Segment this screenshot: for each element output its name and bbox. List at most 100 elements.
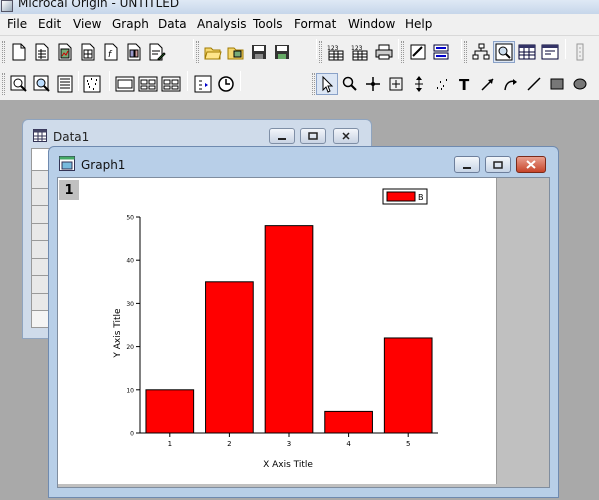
layer-icon[interactable]: [430, 41, 452, 63]
layout-3-icon[interactable]: [160, 73, 182, 95]
menu-analysis[interactable]: Analysis: [197, 17, 246, 31]
project-explorer-icon[interactable]: [470, 41, 492, 63]
graph-page[interactable]: 1 1 2 3 4 5 0 10 20 30 40 50 X Axis Title Y Axis …: [57, 177, 550, 488]
clock-icon[interactable]: [215, 73, 237, 95]
new-notes-icon[interactable]: [146, 41, 168, 63]
x-tick-label-3: 3: [287, 440, 291, 448]
table-grid-icon[interactable]: 123: [349, 41, 371, 63]
layout-1-icon[interactable]: [114, 73, 136, 95]
draw-data-icon[interactable]: [431, 73, 453, 95]
chart-bars: [145, 225, 433, 434]
menu-graph[interactable]: Graph: [112, 17, 149, 31]
toolbar-separator: [187, 71, 188, 91]
y-tick-label-50: 50: [126, 215, 134, 222]
rectangle-tool-icon[interactable]: [546, 73, 568, 95]
graph1-close-button[interactable]: [516, 156, 546, 173]
menu-format[interactable]: Format: [294, 17, 336, 31]
y-tick-labels: 0 10 20 30 40 50: [126, 215, 140, 438]
save-project-icon[interactable]: [248, 41, 270, 63]
graph-window-icon: [59, 156, 75, 171]
x-tick-labels: 1 2 3 4 5: [168, 433, 410, 448]
toolbar-separator: [398, 39, 399, 59]
toolbar-grip[interactable]: [401, 41, 404, 63]
menu-bar: File Edit View Graph Data Analysis Tools…: [0, 14, 599, 36]
magnifier-icon[interactable]: [339, 73, 361, 95]
arrow-tool-icon[interactable]: [477, 73, 499, 95]
bar-4: [324, 410, 373, 434]
text-tool-icon[interactable]: T: [454, 73, 476, 95]
worksheet-icon: [33, 129, 47, 142]
toolbar-separator: [193, 39, 194, 59]
script-window-icon[interactable]: [539, 41, 561, 63]
bar-chart[interactable]: 1 2 3 4 5 0 10 20 30 40 50 X Axis Title Y Axis Ti…: [58, 178, 498, 488]
new-project-icon[interactable]: [8, 41, 30, 63]
y-axis-title[interactable]: Y Axis Title: [113, 308, 123, 359]
y-tick-label-40: 40: [126, 258, 134, 265]
toolbar-grip[interactable]: [464, 41, 467, 63]
zoom-mode-icon[interactable]: [493, 41, 515, 63]
toolbar-grip[interactable]: [319, 41, 322, 63]
menu-file[interactable]: File: [7, 17, 27, 31]
oval-tool-icon[interactable]: [569, 73, 591, 95]
graph-toolbar: T: [0, 68, 599, 100]
new-matrix-icon[interactable]: [77, 41, 99, 63]
data1-close-button[interactable]: [333, 128, 359, 144]
toolbar-separator: [461, 39, 462, 59]
line-tool-icon[interactable]: [523, 73, 545, 95]
menu-edit[interactable]: Edit: [38, 17, 61, 31]
legend-label-b: B: [418, 193, 424, 202]
layout-2-icon[interactable]: [137, 73, 159, 95]
horizontal-scrollbar[interactable]: [58, 484, 498, 487]
rescale-icon[interactable]: [8, 73, 30, 95]
data-selector-icon[interactable]: [408, 73, 430, 95]
x-axis-title[interactable]: X Axis Title: [263, 460, 313, 470]
open-icon[interactable]: [202, 41, 224, 63]
svg-text:T: T: [459, 76, 470, 92]
menu-tools[interactable]: Tools: [253, 17, 283, 31]
save-template-icon[interactable]: [271, 41, 293, 63]
open-template-icon[interactable]: [225, 41, 247, 63]
menu-view[interactable]: View: [73, 17, 101, 31]
app-title-bar[interactable]: Microcal Origin - UNTITLED: [0, 0, 599, 14]
print-icon[interactable]: [373, 41, 395, 63]
code-builder-icon[interactable]: [570, 41, 592, 63]
vertical-scrollbar[interactable]: [496, 178, 549, 487]
new-worksheet-icon[interactable]: [31, 41, 53, 63]
graph1-window[interactable]: Graph1 1 1 2 3 4 5 0 10 20 30 40 50 X Axis Title …: [48, 146, 559, 498]
zoom-in-icon[interactable]: [31, 73, 53, 95]
toolbar-group-view: [464, 39, 564, 65]
new-function-icon[interactable]: f: [100, 41, 122, 63]
menu-help[interactable]: Help: [405, 17, 432, 31]
graph1-minimize-button[interactable]: [454, 156, 480, 173]
legend-swatch-b: [386, 191, 416, 202]
legend[interactable]: B: [382, 188, 428, 205]
toolbar-group-code: [568, 39, 598, 65]
new-graph-icon[interactable]: [54, 41, 76, 63]
toolbar-group-reader: [190, 71, 240, 97]
zoom-out-icon[interactable]: [54, 73, 76, 95]
x-tick-label-4: 4: [346, 440, 351, 448]
toolbar-grip[interactable]: [2, 41, 5, 63]
menu-window[interactable]: Window: [348, 17, 395, 31]
toolbar-group-zoom: [2, 71, 77, 97]
graph1-maximize-button[interactable]: [485, 156, 511, 173]
toolbar-grip[interactable]: [312, 73, 315, 95]
screen-reader-icon[interactable]: [362, 73, 384, 95]
menu-data[interactable]: Data: [158, 17, 187, 31]
bar-3: [264, 225, 314, 434]
data1-maximize-button[interactable]: [300, 128, 326, 144]
data-reader-icon[interactable]: [192, 73, 214, 95]
new-layout-icon[interactable]: [123, 41, 145, 63]
toolbar-grip[interactable]: [196, 41, 199, 63]
data-reader-tool-icon[interactable]: [385, 73, 407, 95]
data1-minimize-button[interactable]: [269, 128, 295, 144]
toolbar-group-new: f: [2, 39, 192, 65]
pointer-icon[interactable]: [316, 73, 338, 95]
results-log-icon[interactable]: [407, 41, 429, 63]
data-display-icon[interactable]: [81, 73, 103, 95]
toolbar-grip[interactable]: [2, 73, 5, 95]
toolbar-group-display: [81, 71, 107, 97]
curved-arrow-icon[interactable]: [500, 73, 522, 95]
worksheet-tool-icon[interactable]: [516, 41, 538, 63]
import-ascii-icon[interactable]: 123: [325, 41, 347, 63]
